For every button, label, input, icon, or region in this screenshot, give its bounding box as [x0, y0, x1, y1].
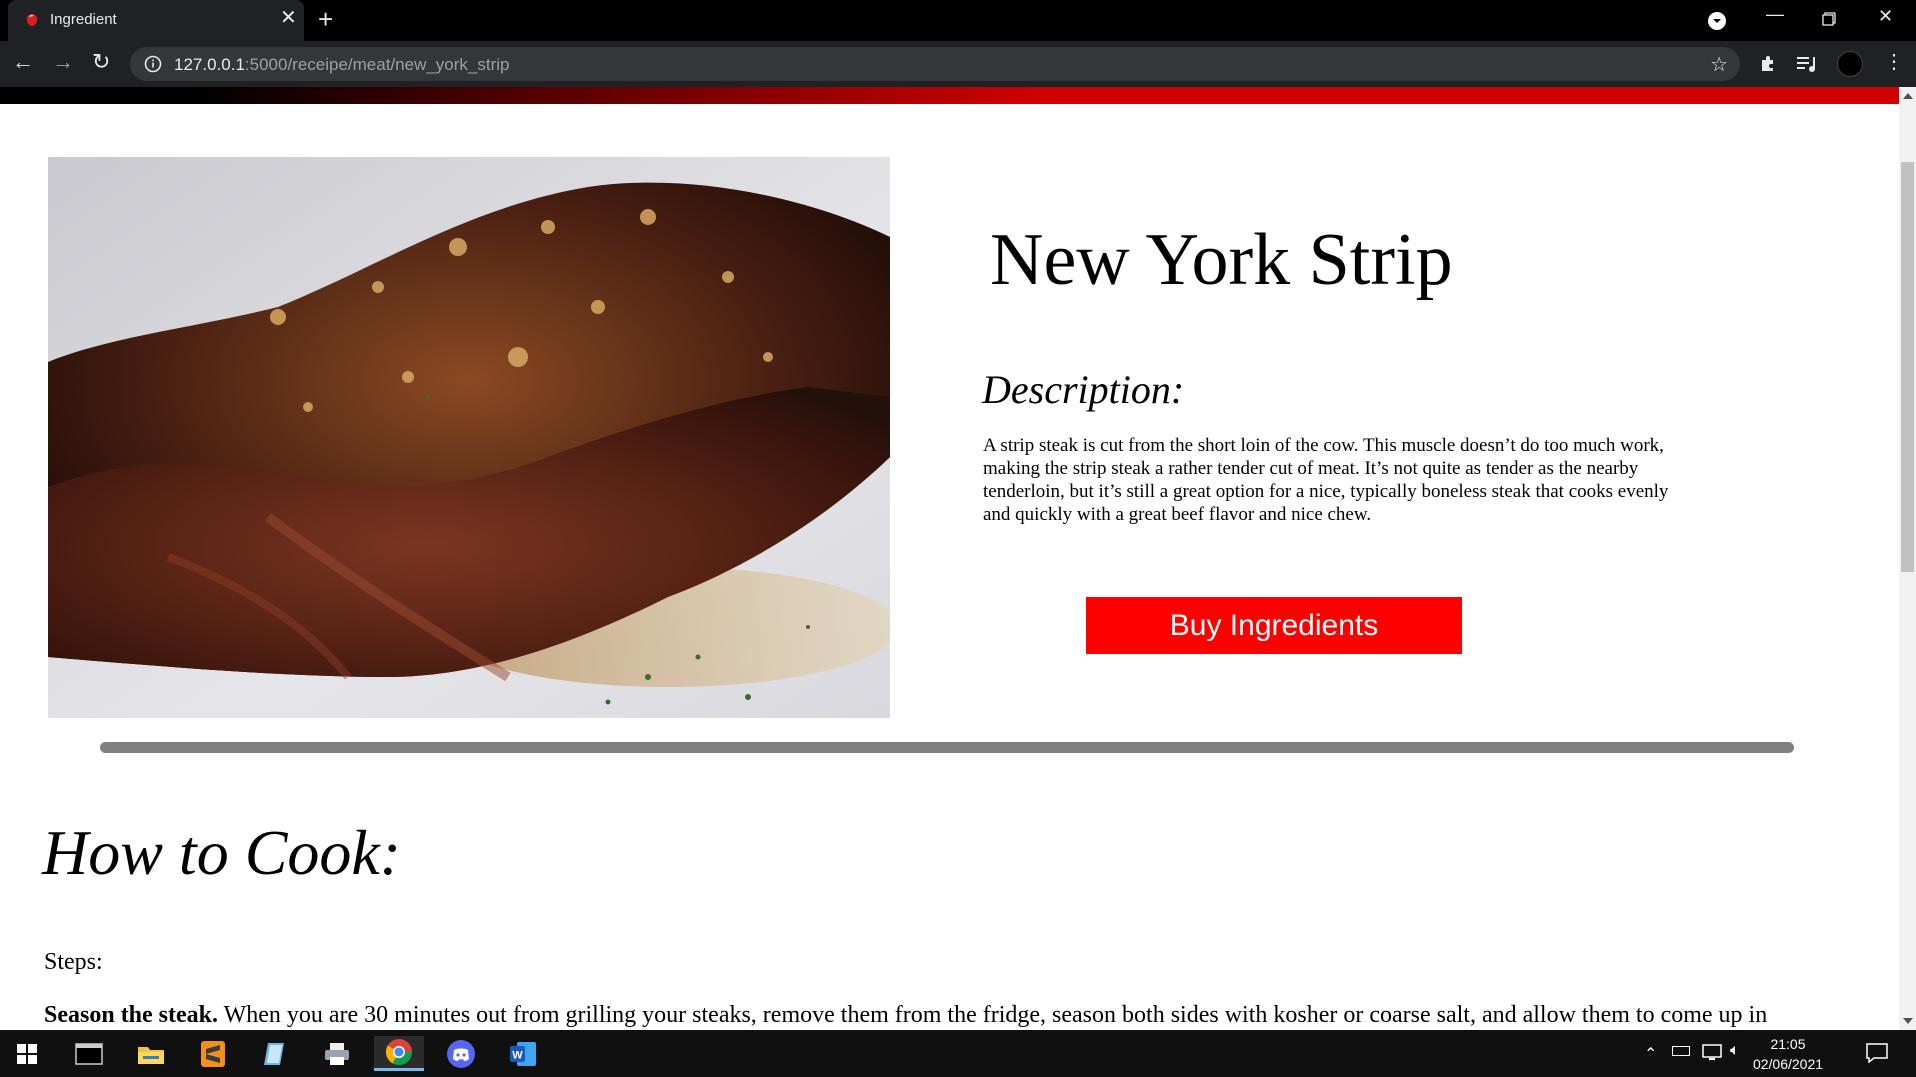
scroll-thumb[interactable] — [1901, 162, 1914, 572]
chrome-icon[interactable] — [374, 1036, 424, 1071]
back-icon[interactable]: ← — [12, 51, 34, 73]
address-bar[interactable]: 127.0.0.1:5000/receipe/meat/new_york_str… — [130, 47, 1740, 81]
recipe-page: New York Strip Description: A strip stea… — [0, 104, 1899, 1030]
windows-taskbar: W ⌃ 🔈︎ 21:05 02/06/2021 — [0, 1030, 1916, 1077]
media-icon[interactable] — [1797, 55, 1819, 73]
tab-search-icon[interactable] — [1708, 12, 1726, 30]
clock-date: 02/06/2021 — [1752, 1056, 1824, 1072]
page-scrollbar[interactable] — [1899, 87, 1916, 1030]
reload-icon[interactable]: ↻ — [92, 51, 110, 73]
printer-icon[interactable] — [312, 1036, 362, 1071]
steak-image — [48, 157, 890, 718]
section-divider — [100, 742, 1794, 753]
volume-icon[interactable]: 🔈︎ — [1730, 1042, 1740, 1060]
info-icon[interactable] — [144, 55, 162, 73]
close-icon[interactable]: ✕ — [280, 8, 297, 28]
browser-tab-strip: Ingredient ✕ + — ✕ — [0, 0, 1916, 41]
svg-text:W: W — [512, 1049, 523, 1061]
buy-ingredients-button[interactable]: Buy Ingredients — [1086, 597, 1462, 654]
browser-toolbar: ← → ↻ 127.0.0.1:5000/receipe/meat/new_yo… — [0, 41, 1916, 87]
network-icon[interactable] — [1702, 1044, 1722, 1062]
step-body: When you are 30 minutes out from grillin… — [218, 1002, 1768, 1028]
menu-icon[interactable]: ⋮ — [1884, 51, 1904, 73]
browser-tab[interactable]: Ingredient ✕ — [8, 0, 304, 41]
notifications-icon[interactable] — [1866, 1043, 1888, 1063]
url-host: 127.0.0.1 — [174, 55, 245, 74]
tab-title: Ingredient — [50, 11, 117, 28]
terminal-icon[interactable] — [64, 1036, 114, 1071]
minimize-icon[interactable]: — — [1766, 4, 1784, 25]
scroll-down-icon[interactable] — [1903, 1018, 1913, 1024]
star-icon[interactable]: ☆ — [1710, 52, 1728, 77]
word-icon[interactable]: W — [498, 1036, 548, 1071]
system-clock[interactable]: 21:05 02/06/2021 — [1746, 1034, 1830, 1074]
sublime-text-icon[interactable] — [188, 1036, 238, 1071]
chevron-up-icon[interactable]: ⌃ — [1644, 1044, 1657, 1064]
steps-label: Steps: — [44, 949, 103, 975]
recipe-title: New York Strip — [990, 219, 1453, 301]
description-heading: Description: — [982, 367, 1185, 412]
discord-icon[interactable] — [436, 1036, 486, 1071]
clock-time: 21:05 — [1770, 1036, 1806, 1052]
forward-icon[interactable]: → — [52, 51, 74, 73]
windows-start-icon[interactable] — [2, 1036, 52, 1071]
profile-icon[interactable] — [1837, 51, 1863, 77]
notepad-icon[interactable] — [250, 1036, 300, 1071]
favicon-icon — [26, 14, 38, 26]
description-text: A strip steak is cut from the short loin… — [983, 435, 1669, 525]
site-header-banner — [0, 87, 1899, 104]
url-text: 127.0.0.1:5000/receipe/meat/new_york_str… — [174, 55, 510, 75]
battery-icon[interactable] — [1672, 1046, 1690, 1056]
step-item: Season the steak. When you are 30 minute… — [44, 1002, 1767, 1029]
plus-icon[interactable]: + — [318, 6, 333, 32]
file-explorer-icon[interactable] — [126, 1036, 176, 1071]
how-to-cook-heading: How to Cook: — [42, 817, 402, 888]
url-path: :5000/receipe/meat/new_york_strip — [244, 55, 510, 74]
scroll-up-icon[interactable] — [1903, 93, 1913, 99]
extensions-icon[interactable] — [1758, 53, 1778, 73]
restore-icon[interactable] — [1822, 12, 1836, 26]
window-close-icon[interactable]: ✕ — [1878, 6, 1893, 27]
step-title: Season the steak. — [44, 1002, 219, 1028]
